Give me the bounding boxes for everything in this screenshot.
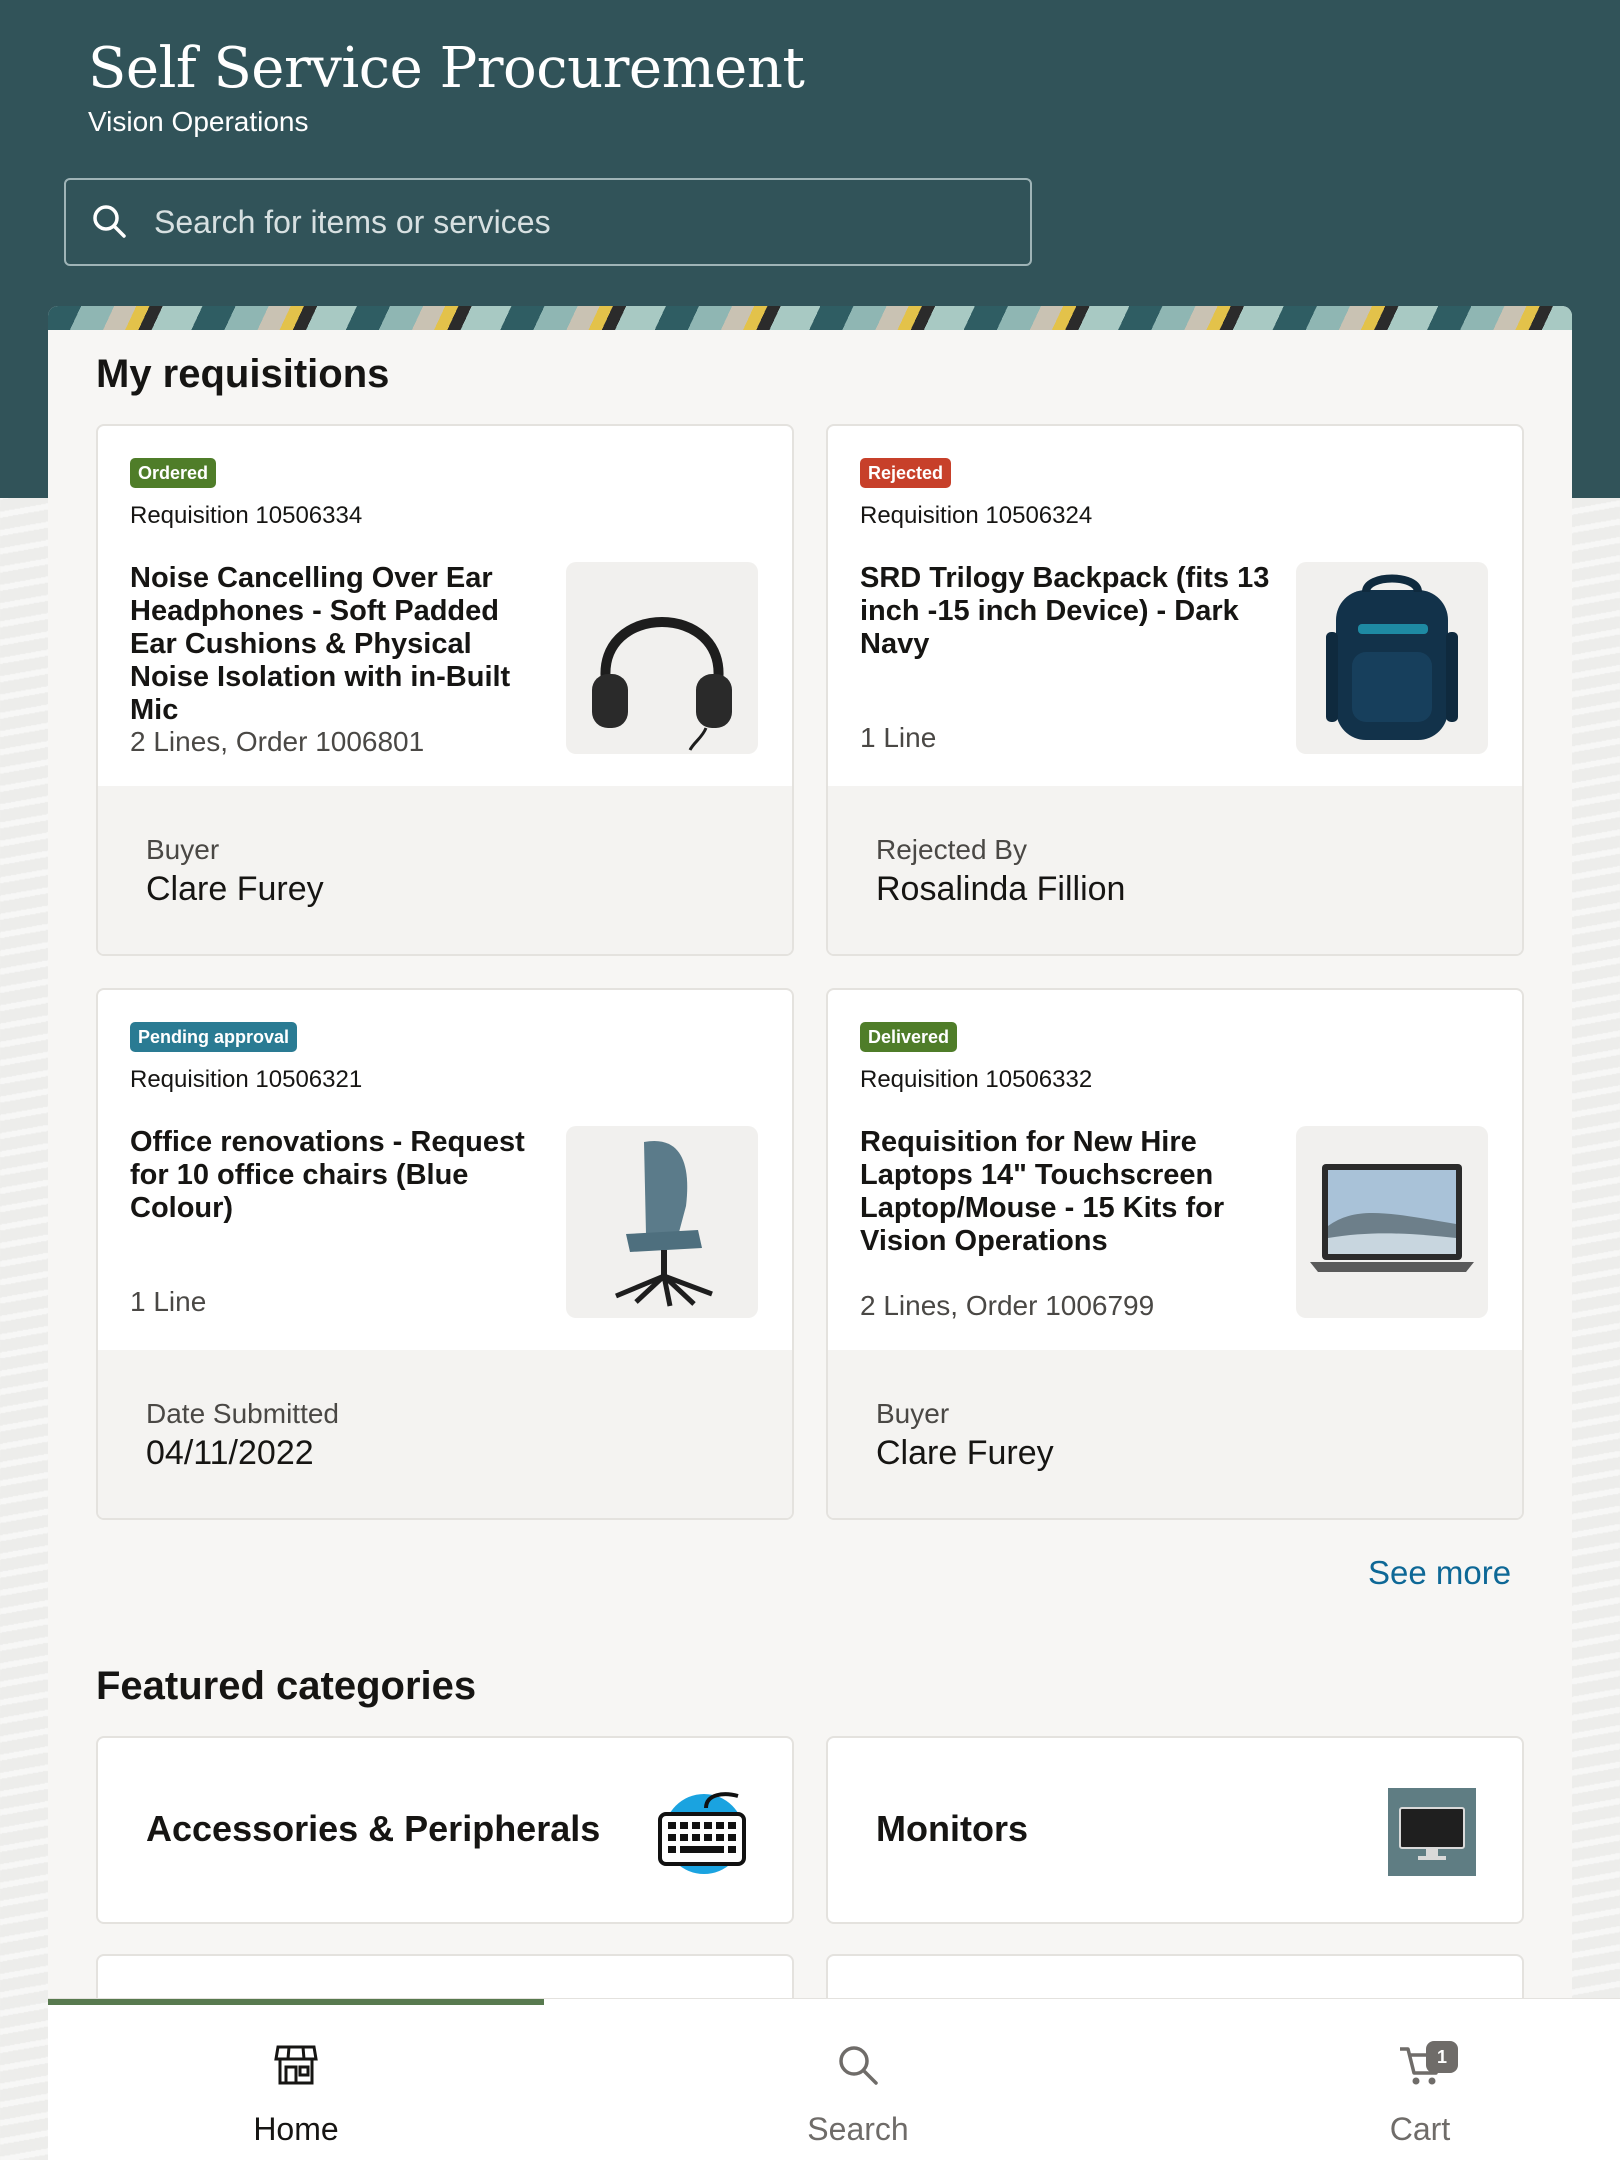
tab-search[interactable]: Search	[708, 1999, 1008, 2160]
requisition-card[interactable]: Ordered Requisition 10506334 Noise Cance…	[96, 424, 794, 956]
cart-count-badge: 1	[1426, 2041, 1458, 2073]
requisition-card[interactable]: Pending approval Requisition 10506321 Of…	[96, 988, 794, 1520]
tab-cart-label: Cart	[1389, 2111, 1451, 2147]
line-summary: 2 Lines, Order 1006801	[130, 726, 425, 757]
category-card-accessories[interactable]: Accessories & Peripherals	[96, 1736, 794, 1924]
featured-categories-title: Featured categories	[96, 1664, 477, 1708]
headphones-image	[566, 562, 758, 754]
my-requisitions-title: My requisitions	[96, 352, 390, 396]
status-badge: Ordered	[130, 458, 217, 488]
business-unit-label: Vision Operations	[88, 106, 309, 137]
buyer-label: Buyer	[876, 1398, 950, 1429]
office-chair-image	[566, 1126, 758, 1318]
decorative-banner	[48, 306, 1572, 330]
status-badge: Delivered	[860, 1022, 958, 1052]
search-icon	[90, 202, 130, 242]
item-title: Office renovations - Request for 10 offi…	[130, 1126, 525, 1224]
search-bar[interactable]	[64, 178, 1032, 266]
requisition-card[interactable]: Delivered Requisition 10506332 Requisiti…	[826, 988, 1524, 1520]
rejected-by-name: Rosalinda Fillion	[876, 870, 1126, 908]
item-title: Noise Cancelling Over Ear Headphones - S…	[130, 562, 511, 726]
date-submitted-label: Date Submitted	[146, 1398, 339, 1429]
search-icon	[834, 2041, 882, 2089]
category-label: Monitors	[876, 1808, 1028, 1849]
requisition-number: Requisition 10506332	[860, 1066, 1093, 1093]
status-badge: Pending approval	[130, 1022, 298, 1052]
store-icon	[272, 2041, 320, 2089]
tab-home-label: Home	[253, 2111, 339, 2147]
tab-search-label: Search	[807, 2111, 909, 2147]
line-summary: 1 Line	[860, 722, 937, 753]
bottom-navigation: Home Search 1 Cart	[48, 1998, 1620, 2160]
status-badge: Rejected	[860, 458, 952, 488]
date-submitted-value: 04/11/2022	[146, 1434, 314, 1472]
see-more-link[interactable]: See more	[1368, 1554, 1511, 1592]
line-summary: 2 Lines, Order 1006799	[860, 1290, 1155, 1321]
buyer-name: Clare Furey	[876, 1434, 1054, 1472]
backpack-image	[1296, 562, 1488, 754]
line-summary: 1 Line	[130, 1286, 207, 1317]
app-title: Self Service Procurement	[88, 36, 805, 101]
rejected-by-label: Rejected By	[876, 834, 1027, 865]
card-footer: Rejected By Rosalinda Fillion	[828, 786, 1522, 954]
monitor-icon	[1384, 1784, 1480, 1880]
category-label: Accessories & Peripherals	[146, 1808, 601, 1849]
requisition-number: Requisition 10506324	[860, 502, 1093, 529]
category-card-monitors[interactable]: Monitors	[826, 1736, 1524, 1924]
item-title: Requisition for New Hire Laptops 14" Tou…	[860, 1126, 1225, 1257]
requisition-number: Requisition 10506334	[130, 502, 363, 529]
buyer-name: Clare Furey	[146, 870, 324, 908]
buyer-label: Buyer	[146, 834, 220, 865]
requisition-number: Requisition 10506321	[130, 1066, 363, 1093]
item-title: SRD Trilogy Backpack (fits 13 inch -15 i…	[860, 562, 1270, 660]
requisition-card[interactable]: Rejected Requisition 10506324 SRD Trilog…	[826, 424, 1524, 956]
tab-home[interactable]: Home	[146, 1999, 446, 2160]
card-footer: Buyer Clare Furey	[828, 1350, 1522, 1518]
card-footer: Date Submitted 04/11/2022	[98, 1350, 792, 1518]
keyboard-icon	[654, 1784, 750, 1880]
laptop-image	[1296, 1126, 1488, 1318]
home-panel: My requisitions Ordered Requisition 1050…	[48, 306, 1572, 2160]
card-footer: Buyer Clare Furey	[98, 786, 792, 954]
tab-cart[interactable]: 1 Cart	[1270, 1999, 1570, 2160]
search-input[interactable]	[154, 180, 1014, 264]
